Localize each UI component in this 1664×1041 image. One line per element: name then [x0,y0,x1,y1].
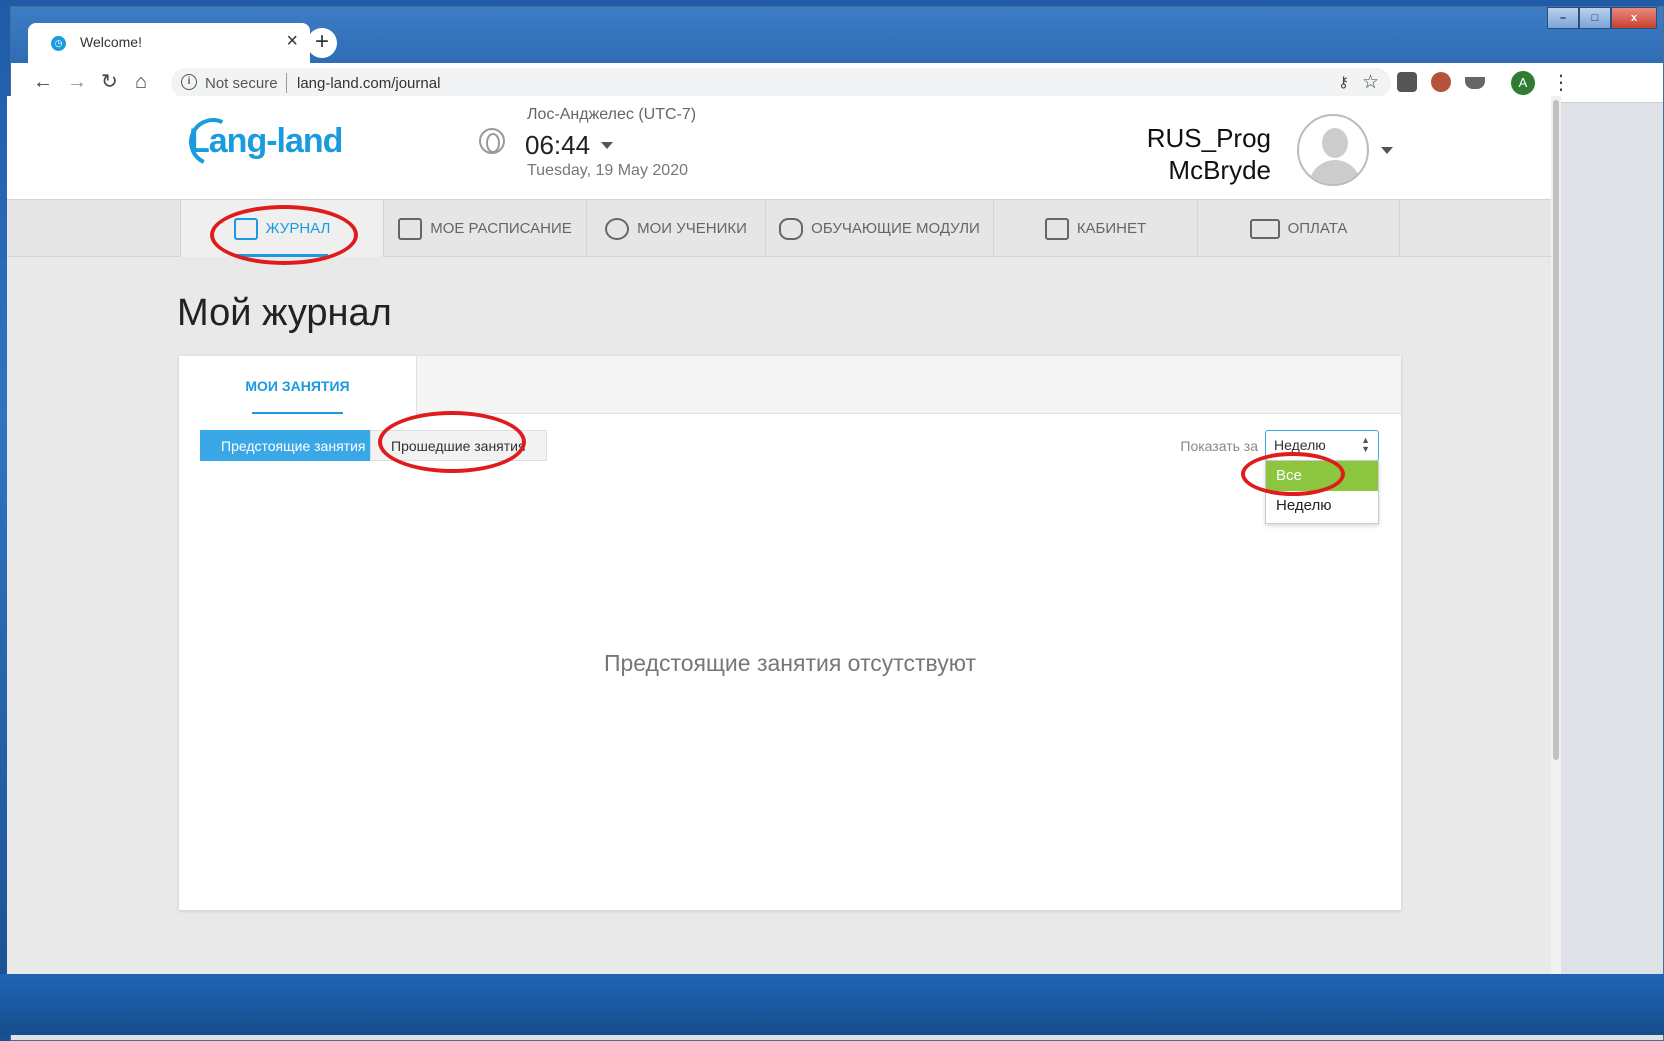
nav-label: ОПЛАТА [1287,220,1348,237]
page-viewport: Lang-land Лос-Анджелес (UTC-7) 06:44 Tue… [7,96,1551,974]
page-title: Мой журнал [177,292,392,334]
tab-my-lessons[interactable]: МОИ ЗАНЯТИЯ [179,356,417,415]
tab-title: Welcome! [80,34,142,50]
user-name-line2: McBryde [1168,155,1271,185]
site-header: Lang-land Лос-Анджелес (UTC-7) 06:44 Tue… [7,96,1551,199]
user-avatar[interactable] [1297,114,1369,186]
user-name-line1: RUS_Prog [1146,123,1271,153]
window-controls: – □ x [1547,7,1657,31]
select-arrows-icon: ▲ ▼ [1361,435,1370,454]
puzzle-icon [779,217,804,240]
nav-label: КАБИНЕТ [1076,220,1147,237]
time-dropdown-icon[interactable] [601,142,613,149]
period-select-value: Неделю [1274,437,1326,453]
address-bar[interactable]: i Not secure lang-land.com/journal ⚷ ☆ [171,68,1391,98]
avatar-head-shape [1322,128,1348,158]
globe-icon [479,128,505,154]
upcoming-lessons-button[interactable]: Предстоящие занятия [200,430,387,461]
calendar-icon [398,217,423,240]
card-icon [1249,218,1280,239]
annotation-oval-journal [210,205,358,265]
browser-menu-icon[interactable]: ⋮ [1551,70,1571,95]
nav-label: МОИ УЧЕНИКИ [637,220,747,237]
show-for-label: Показать за [1180,438,1258,454]
nav-item-payment[interactable]: ОПЛАТА [1197,200,1400,257]
tab-close-icon[interactable]: × [286,31,298,51]
page-scrollbar[interactable] [1551,96,1561,974]
cabinet-icon [1044,217,1069,240]
forward-icon[interactable]: → [67,71,87,93]
user-menu-dropdown-icon[interactable] [1381,147,1393,154]
minimize-button[interactable]: – [1547,7,1579,29]
user-name: RUS_Prog McBryde [1147,122,1271,186]
extension-icon[interactable] [1397,72,1417,92]
current-date: Tuesday, 19 May 2020 [527,162,688,179]
back-icon[interactable]: ← [33,71,53,93]
timezone-label: Лос-Анджелес (UTC-7) [527,106,697,123]
url-text[interactable]: lang-land.com/journal [297,75,440,92]
browser-tab[interactable]: ◷ Welcome! × [28,23,310,63]
extension-spy-icon[interactable] [1431,72,1451,92]
tab-strip: ◷ Welcome! × + – □ x [11,7,1663,63]
lessons-card: МОИ ЗАНЯТИЯ Предстоящие занятия Прошедши… [179,356,1401,910]
nav-item-students[interactable]: МОИ УЧЕНИКИ [586,200,765,257]
avatar-body-shape [1309,160,1361,184]
nav-label: ОБУЧАЮЩИЕ МОДУЛИ [811,220,980,237]
reload-icon[interactable]: ↻ [101,71,118,93]
key-icon[interactable]: ⚷ [1338,73,1349,91]
info-icon[interactable]: i [181,74,197,90]
security-label: Not secure [205,75,278,92]
favicon-icon: ◷ [51,36,66,51]
students-icon [605,217,630,240]
address-separator [286,73,287,93]
annotation-oval-all [1241,452,1345,496]
nav-label: МОЕ РАСПИСАНИЕ [430,220,572,237]
home-icon[interactable]: ⌂ [135,71,147,93]
close-window-button[interactable]: x [1611,7,1657,29]
maximize-button[interactable]: □ [1579,7,1611,29]
nav-item-modules[interactable]: ОБУЧАЮЩИЕ МОДУЛИ [765,200,993,257]
nav-item-schedule[interactable]: МОЕ РАСПИСАНИЕ [383,200,586,257]
current-time[interactable]: 06:44 [525,130,590,161]
profile-avatar-icon[interactable]: A [1511,71,1535,95]
nav-item-cabinet[interactable]: КАБИНЕТ [993,200,1197,257]
site-logo[interactable]: Lang-land [189,122,343,161]
extension-hat-icon[interactable] [1465,77,1485,89]
empty-state-message: Предстоящие занятия отсутствуют [603,650,977,676]
annotation-oval-past [378,411,526,473]
scrollbar-thumb[interactable] [1553,100,1559,760]
new-tab-button[interactable]: + [307,28,337,58]
bookmark-star-icon[interactable]: ☆ [1362,71,1379,94]
taskbar [0,974,1664,1035]
card-tab-bar: МОИ ЗАНЯТИЯ [179,356,1401,415]
